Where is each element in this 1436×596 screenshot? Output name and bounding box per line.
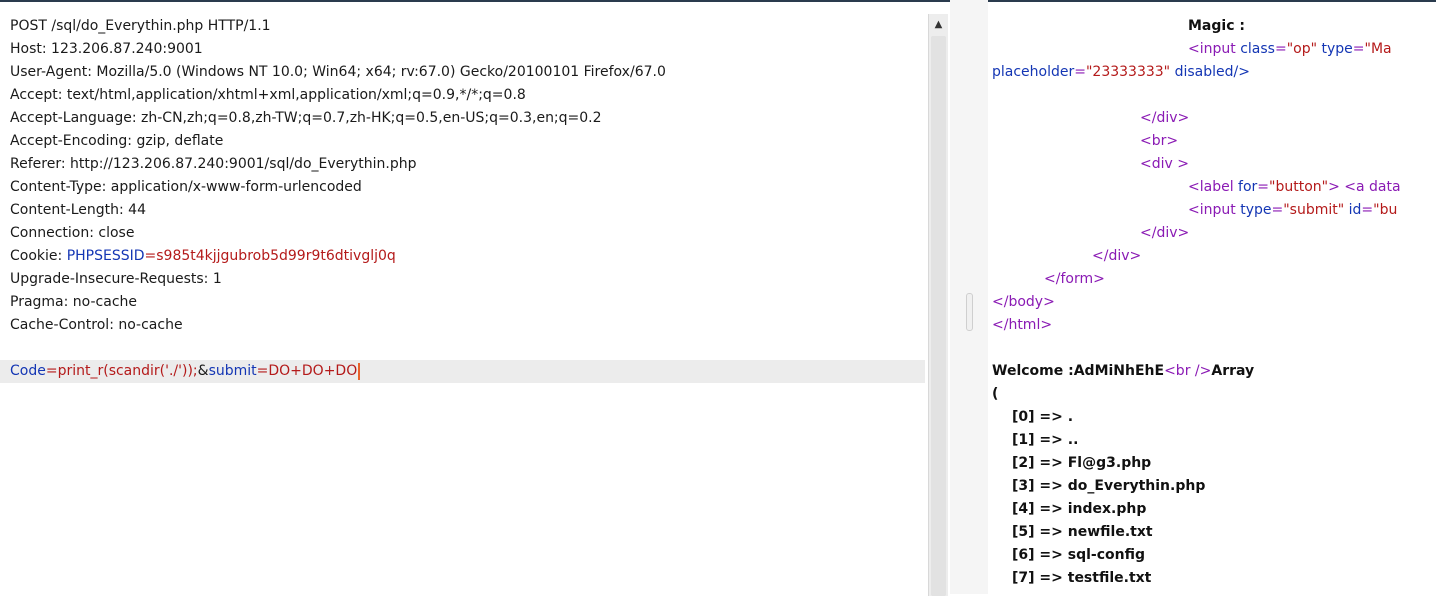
scroll-up-icon[interactable]: ▲ [929,14,948,34]
param-code-name: Code [10,363,46,379]
header-line: Accept-Encoding: gzip, deflate [10,133,224,149]
welcome-text: Welcome :AdMiNhEhE [992,363,1165,379]
header-line: Accept: text/html,application/xhtml+xml,… [10,87,526,103]
attr-eq: = [1257,179,1270,195]
tag-open: <label [1188,179,1239,195]
attr-value: "button" [1269,179,1329,195]
response-line: <br> [1140,133,1179,149]
tag-open: <a data [1339,179,1401,195]
header-line: Accept-Language: zh-CN,zh;q=0.8,zh-TW;q=… [10,110,602,126]
array-item: [5] => newfile.txt [1012,524,1153,540]
array-item: [1] => .. [1012,432,1079,448]
header-line: Content-Length: 44 [10,202,147,218]
welcome-line: Welcome :AdMiNhEhE<br />Array [992,360,1436,383]
attr-name: placeholder [992,64,1075,80]
header-line: Upgrade-Insecure-Requests: 1 [10,271,222,287]
header-line: User-Agent: Mozilla/5.0 (Windows NT 10.0… [10,64,666,80]
attr-value: "bu [1373,202,1398,218]
attr-name: class [1240,41,1275,57]
header-line: Pragma: no-cache [10,294,138,310]
attr-eq: = [1352,41,1365,57]
response-line: <input class="op" type="Ma [992,38,1436,61]
response-line: <div > [1140,156,1189,172]
attr-name: for [1238,179,1258,195]
header-line: Connection: close [10,225,135,241]
response-line: </div> [1140,110,1190,126]
attr-value: "submit" [1283,202,1345,218]
array-item: [6] => sql-config [1012,547,1145,563]
magic-label: Magic : [1188,18,1245,34]
attr-eq: = [1271,202,1284,218]
header-line: Host: 123.206.87.240:9001 [10,41,203,57]
cookie-value: s985t4kjjgubrob5d99r9t6dtivglj0q [156,248,396,264]
param-separator: & [197,363,209,379]
attr-value: "op" [1286,41,1318,57]
open-paren: ( [992,386,999,402]
request-body-line[interactable]: Code=print_r(scandir('./'));&submit=DO+D… [0,360,925,383]
cookie-prefix: Cookie: [10,248,67,264]
scroll-thumb[interactable] [931,36,946,596]
attr-value: "Ma [1364,41,1392,57]
response-text: Magic : <input class="op" type="Ma place… [992,15,1436,594]
attr-eq: = [1274,41,1287,57]
attr-name: type [1321,41,1353,57]
response-line: placeholder="23333333" disabled/> [992,61,1436,84]
array-item: [2] => Fl@g3.php [1012,455,1152,471]
cookie-line: Cookie: PHPSESSID=s985t4kjjgubrob5d99r9t… [10,245,925,268]
param-code-value: print_r(scandir('./')); [57,363,198,379]
response-viewer[interactable]: Magic : <input class="op" type="Ma place… [988,0,1436,594]
response-line: <input type="submit" id="bu [992,199,1436,222]
tag-open: <input [1188,41,1241,57]
br-tag: <br /> [1164,363,1212,379]
attr-name: id [1348,202,1362,218]
response-line: </html> [992,317,1053,333]
cookie-name: PHPSESSID [66,248,145,264]
response-line: </form> [1044,271,1105,287]
pane-splitter[interactable] [950,0,988,594]
array-item: [7] => testfile.txt [1012,570,1152,586]
request-text[interactable]: POST /sql/do_Everythin.php HTTP/1.1 Host… [0,15,925,383]
param-submit-name: submit [208,363,257,379]
header-line: Cache-Control: no-cache [10,317,183,333]
attr-name: type [1240,202,1272,218]
close-paren: ) [992,590,1436,594]
array-item: [3] => do_Everythin.php [1012,478,1206,494]
attr-eq: = [1361,202,1374,218]
splitter-grip-icon[interactable] [966,293,973,331]
response-line: </body> [992,294,1055,310]
response-line: </div> [1140,225,1190,241]
response-line: Magic : [992,15,1436,38]
cookie-eq: = [144,248,157,264]
header-line: Referer: http://123.206.87.240:9001/sql/… [10,156,417,172]
array-label: Array [1211,363,1255,379]
header-line: Content-Type: application/x-www-form-url… [10,179,362,195]
attr-eq: = [1074,64,1086,80]
param-code-eq: = [45,363,58,379]
array-item: [4] => index.php [1012,501,1147,517]
request-line: POST /sql/do_Everythin.php HTTP/1.1 [10,18,271,34]
array-item: [0] => . [1012,409,1074,425]
response-line: <label for="button"> <a data [992,176,1436,199]
request-scrollbar[interactable]: ▲ [928,14,948,596]
attr-rest: disabled/> [1170,64,1250,80]
tag-open: <input [1188,202,1241,218]
request-editor[interactable]: POST /sql/do_Everythin.php HTTP/1.1 Host… [0,0,950,596]
tag-close: > [1328,179,1340,195]
param-submit-eq: = [256,363,269,379]
text-cursor [358,362,361,380]
response-line: </div> [1092,248,1142,264]
attr-value: "23333333" [1085,64,1171,80]
param-submit-value: DO+DO+DO [268,363,358,379]
